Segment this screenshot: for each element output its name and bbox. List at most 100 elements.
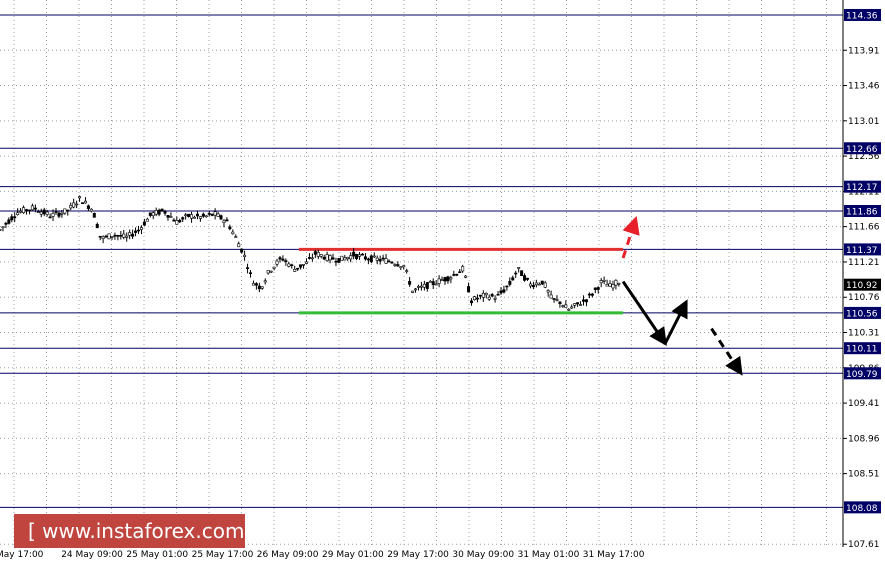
candle-body — [422, 283, 426, 288]
time-tick-label: 31 May 17:00 — [583, 550, 645, 560]
candle-body — [272, 266, 276, 269]
candle-body — [316, 252, 320, 257]
candle-body — [322, 256, 326, 260]
candle-body — [608, 283, 612, 287]
candle-body — [178, 219, 182, 223]
candle-body — [552, 298, 556, 300]
candle-body — [343, 257, 347, 261]
candle-body — [231, 231, 235, 235]
candle-body — [142, 221, 146, 226]
level-label: 111.37 — [846, 246, 878, 256]
candle-body — [331, 257, 335, 260]
candle-body — [113, 234, 117, 237]
candle-body — [313, 251, 317, 255]
current-price-label: 110.92 — [846, 281, 878, 291]
candle-body — [83, 200, 87, 204]
candle-body — [467, 286, 471, 293]
candle-body — [33, 207, 37, 210]
candle-body — [304, 261, 308, 264]
candle-body — [511, 277, 515, 281]
candle-body — [393, 264, 397, 266]
candle-body — [605, 284, 609, 287]
level-label: 112.17 — [846, 183, 878, 193]
candle-body — [611, 284, 615, 289]
candle-body — [378, 259, 382, 262]
candle-body — [75, 203, 79, 206]
candle-body — [163, 211, 167, 214]
candle-body — [499, 290, 503, 294]
candle-body — [310, 257, 314, 260]
candle-body — [555, 299, 559, 301]
candle-body — [399, 266, 403, 269]
candle-body — [296, 267, 300, 270]
candle-body — [184, 214, 188, 217]
candle-body — [278, 257, 282, 260]
candle-body — [582, 299, 586, 302]
candle-body — [25, 209, 29, 212]
candle-body — [440, 279, 444, 282]
time-tick-label: 25 May 17:00 — [192, 550, 254, 560]
candle-body — [204, 215, 208, 218]
candle-body — [251, 283, 255, 286]
candle-body — [225, 219, 229, 222]
candle-body — [48, 216, 52, 219]
candle-body — [27, 209, 31, 212]
candle-body — [446, 276, 450, 282]
candle-body — [546, 290, 550, 293]
candle-body — [431, 281, 435, 285]
candle-body — [207, 213, 211, 215]
candle-body — [248, 272, 252, 275]
candle-body — [299, 264, 303, 268]
candle-body — [428, 281, 432, 283]
candle-body — [570, 306, 574, 309]
candle-body — [172, 219, 176, 222]
price-tick-label: 110.31 — [848, 329, 880, 339]
candle-body — [434, 283, 438, 286]
candle-body — [42, 209, 46, 215]
time-tick-label: 29 May 01:00 — [322, 550, 384, 560]
candle-body — [246, 267, 250, 269]
candle-body — [219, 215, 223, 220]
candle-body — [210, 213, 214, 216]
candle-body — [160, 208, 164, 212]
candle-body — [148, 212, 152, 216]
candle-body — [13, 216, 17, 219]
candle-body — [157, 209, 161, 215]
candle-body — [579, 304, 583, 306]
candle-body — [523, 275, 527, 281]
candle-body — [287, 263, 291, 267]
candle-body — [166, 215, 170, 218]
time-tick-label: 25 May 01:00 — [126, 550, 188, 560]
candle-body — [81, 202, 85, 205]
candle-body — [464, 275, 468, 278]
candle-body — [319, 254, 323, 257]
candle-body — [520, 270, 524, 277]
candle-body — [30, 205, 34, 211]
level-label: 110.11 — [846, 345, 878, 355]
candle-body — [222, 220, 226, 223]
candle-body — [455, 273, 459, 276]
candle-body — [4, 222, 8, 225]
candle-body — [328, 255, 332, 261]
candle-body — [266, 270, 270, 274]
candle-body — [195, 213, 199, 217]
candle-body — [481, 292, 485, 298]
candle-body — [0, 229, 2, 231]
candle-body — [390, 261, 394, 264]
time-ticks: May 17:00 24 May 09:00 25 May 01:00 25 May … — [0, 550, 645, 560]
candle-body — [449, 277, 453, 280]
candle-body — [260, 286, 264, 289]
candle-body — [228, 226, 232, 230]
candle-body — [63, 208, 67, 214]
candle-body — [384, 258, 388, 264]
candle-body — [334, 260, 338, 263]
candle-body — [414, 288, 418, 291]
watermark-text: [ www.instaforex.com ] — [28, 519, 259, 543]
candle-body — [243, 254, 247, 257]
candle-body — [402, 265, 406, 268]
candle-body — [543, 282, 547, 288]
candle-body — [254, 283, 258, 286]
candle-body — [558, 301, 562, 304]
candle-body — [131, 233, 135, 237]
candle-body — [290, 264, 294, 266]
